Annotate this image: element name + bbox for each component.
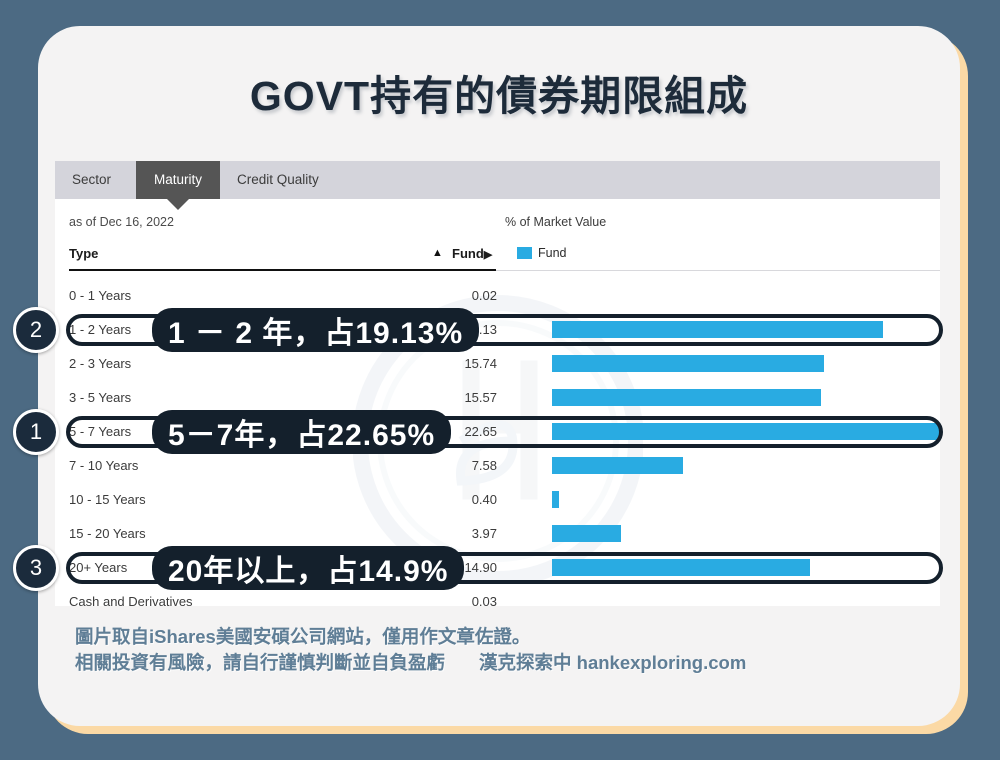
row-label: 5 - 7 Years — [69, 424, 132, 439]
row-label: 1 - 2 Years — [69, 322, 132, 337]
footer-line-1: 圖片取自iShares美國安碩公司網站，僅用作文章佐證。 — [75, 626, 531, 647]
bar-fund — [552, 457, 684, 474]
row-label: 10 - 15 Years — [69, 492, 146, 507]
row-value: 15.57 — [464, 390, 497, 405]
bar-track — [552, 491, 559, 508]
screenshot-root: GOVT持有的債券期限組成 Sector Maturity Credit Qua… — [0, 0, 1000, 760]
bar-track — [552, 423, 940, 440]
bar-fund — [552, 423, 940, 440]
holdings-panel: Sector Maturity Credit Quality as of Dec… — [55, 161, 940, 606]
row-value: 0.40 — [471, 492, 497, 507]
header-rule-light — [496, 270, 940, 271]
annotation-badge: 2 — [13, 307, 59, 353]
row-label: 2 - 3 Years — [69, 356, 132, 371]
column-header-type[interactable]: Type — [69, 246, 98, 261]
row-label: Cash and Derivatives — [69, 594, 193, 606]
row-value: 0.03 — [471, 594, 497, 606]
row-value: 0.02 — [471, 288, 497, 303]
table-row[interactable]: 10 - 15 Years 0.40 — [69, 483, 940, 517]
bar-track — [552, 525, 621, 542]
annotation-badge: 1 — [13, 409, 59, 455]
annotation-badge: 3 — [13, 545, 59, 591]
header-rule — [69, 269, 496, 271]
legend-label-fund: Fund — [538, 246, 567, 260]
row-label: 15 - 20 Years — [69, 526, 146, 541]
row-label: 20+ Years — [69, 560, 128, 575]
footer-disclaimer: 相關投資有風險，請自行謹慎判斷並自負盈虧 — [75, 652, 446, 674]
row-value: 7.58 — [471, 458, 497, 473]
annotation-label: 5－7年，占22.65% — [152, 410, 452, 454]
page-title: GOVT持有的債券期限組成 — [249, 73, 749, 119]
bar-track — [552, 559, 810, 576]
bar-fund — [552, 321, 884, 338]
chevron-right-icon: ▶ — [483, 249, 493, 261]
column-header-fund-label: Fund — [452, 246, 484, 261]
bar-fund — [552, 525, 621, 542]
bar-fund — [552, 491, 559, 508]
bar-fund — [552, 559, 810, 576]
table-header: Type ▲ Fund▶ Fund — [69, 246, 940, 270]
column-header-fund[interactable]: Fund▶ — [452, 246, 492, 261]
bar-track — [552, 321, 884, 338]
bar-track — [552, 389, 822, 406]
annotation-label: 20年以上，占14.9% — [152, 546, 465, 590]
row-label: 0 - 1 Years — [69, 288, 132, 303]
bar-track — [552, 457, 684, 474]
row-label: 7 - 10 Years — [69, 458, 139, 473]
table-row[interactable]: 2 - 3 Years 15.74 — [69, 347, 940, 381]
market-value-axis-label: % of Market Value — [505, 215, 607, 229]
table-row[interactable]: 7 - 10 Years 7.58 — [69, 449, 940, 483]
row-value: 15.74 — [464, 356, 497, 371]
sort-ascending-icon[interactable]: ▲ — [432, 247, 443, 259]
bar-track — [552, 355, 825, 372]
bar-fund — [552, 355, 825, 372]
legend-swatch-fund — [517, 247, 532, 259]
row-value: 3.97 — [471, 526, 497, 541]
row-label: 3 - 5 Years — [69, 390, 132, 405]
as-of-date: as of Dec 16, 2022 — [69, 215, 174, 229]
chart-legend: Fund — [517, 246, 567, 260]
bar-fund — [552, 389, 822, 406]
footer: 圖片取自iShares美國安碩公司網站，僅用作文章佐證。 相關投資有風險，請自行… — [75, 624, 935, 677]
footer-brand: 漢克探索中 hankexploring.com — [479, 652, 747, 674]
footer-line-2: 相關投資有風險，請自行謹慎判斷並自負盈虧 漢克探索中 hankexploring… — [75, 650, 935, 676]
annotation-label: 1 － 2 年，占19.13% — [152, 308, 480, 352]
content-card: GOVT持有的債券期限組成 Sector Maturity Credit Qua… — [38, 26, 960, 726]
